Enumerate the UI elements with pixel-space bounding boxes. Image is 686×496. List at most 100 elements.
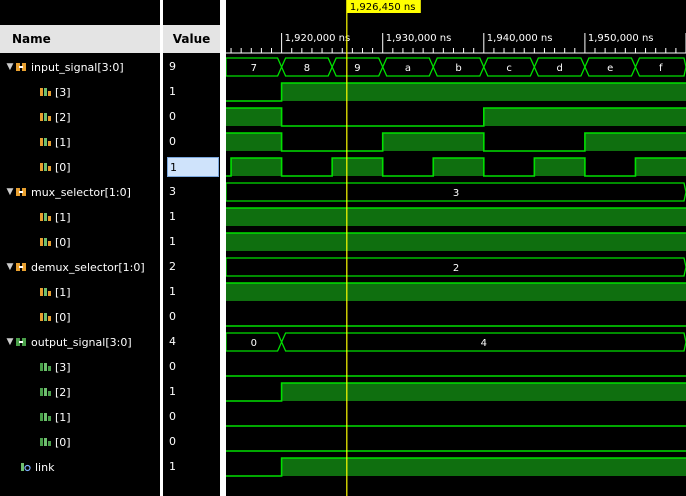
link-icon bbox=[20, 462, 31, 472]
signal-value-panel: Value 9 1 0 0 1 3 1 1 2 1 0 4 0 1 0 0 1 bbox=[163, 0, 220, 496]
bus-segment-label: 2 bbox=[453, 263, 459, 274]
bit-high-region bbox=[231, 158, 282, 176]
signal-value[interactable]: 4 bbox=[169, 332, 217, 352]
bit-output-icon bbox=[40, 437, 51, 447]
bit-high-region bbox=[226, 283, 686, 301]
bit-high-region bbox=[281, 83, 686, 101]
waveform-panel[interactable]: 1,920,000 ns 1,930,000 ns 1,940,000 ns 1,95… bbox=[226, 0, 686, 496]
signal-name: demux_selector[1:0] bbox=[31, 260, 145, 274]
signal-name: [1] bbox=[55, 410, 71, 424]
bit-input-icon bbox=[40, 312, 51, 322]
signal-row[interactable]: ▼ output_signal[3:0] bbox=[4, 331, 132, 353]
signal-row[interactable]: [0] bbox=[40, 431, 71, 453]
bus-input-icon bbox=[16, 187, 27, 197]
bit-high-region bbox=[226, 208, 686, 226]
bus-segment-label: 8 bbox=[304, 63, 310, 74]
signal-row[interactable]: [1] bbox=[40, 281, 71, 303]
signal-value[interactable]: 9 bbox=[169, 57, 217, 77]
signal-name: output_signal[3:0] bbox=[31, 335, 132, 349]
signal-value[interactable]: 0 bbox=[169, 307, 217, 327]
signal-value[interactable]: 2 bbox=[169, 257, 217, 277]
bus-segment-label: 0 bbox=[251, 338, 257, 349]
signal-row[interactable]: [1] bbox=[40, 206, 71, 228]
signal-name: [0] bbox=[55, 310, 71, 324]
bus-segment-label: 9 bbox=[354, 63, 360, 74]
signal-name: [0] bbox=[55, 160, 71, 174]
bit-high-region bbox=[281, 458, 686, 476]
signal-value[interactable]: 0 bbox=[169, 107, 217, 127]
bit-output-icon bbox=[40, 412, 51, 422]
expand-chevron-icon[interactable]: ▼ bbox=[4, 62, 16, 72]
signal-value[interactable]: 0 bbox=[169, 432, 217, 452]
bit-high-region bbox=[534, 158, 585, 176]
signal-row[interactable]: ▼ demux_selector[1:0] bbox=[4, 256, 145, 278]
signal-name: [3] bbox=[55, 85, 71, 99]
signal-name: [1] bbox=[55, 285, 71, 299]
signal-row[interactable]: [2] bbox=[40, 106, 71, 128]
signal-value[interactable]: 1 bbox=[169, 82, 217, 102]
signal-value[interactable]: 0 bbox=[169, 357, 217, 377]
signal-row[interactable]: [2] bbox=[40, 381, 71, 403]
bit-input-icon bbox=[40, 137, 51, 147]
signal-value[interactable]: 0 bbox=[169, 132, 217, 152]
bit-high-region bbox=[226, 133, 282, 151]
signal-value[interactable]: 1 bbox=[169, 457, 217, 477]
signal-name: [3] bbox=[55, 360, 71, 374]
signal-value[interactable]: 1 bbox=[169, 382, 217, 402]
bus-segment-label: d bbox=[556, 63, 562, 74]
signal-name: link bbox=[35, 460, 55, 474]
bit-high-region bbox=[281, 383, 686, 401]
expand-chevron-icon[interactable]: ▼ bbox=[4, 187, 16, 197]
ruler-tick-label: 1,940,000 ns bbox=[487, 33, 553, 44]
signal-name: [1] bbox=[55, 210, 71, 224]
bit-input-icon bbox=[40, 112, 51, 122]
signal-row[interactable]: [0] bbox=[40, 156, 71, 178]
ruler-tick-label: 1,920,000 ns bbox=[285, 33, 351, 44]
bus-segment-label: b bbox=[455, 63, 461, 74]
signal-name: input_signal[3:0] bbox=[31, 60, 124, 74]
signal-value[interactable]: 1 bbox=[169, 282, 217, 302]
bus-output-icon bbox=[16, 337, 27, 347]
bit-high-region bbox=[226, 108, 282, 126]
ruler-tick-label: 1,930,000 ns bbox=[386, 33, 452, 44]
bit-input-icon bbox=[40, 162, 51, 172]
signal-row[interactable]: [3] bbox=[40, 356, 71, 378]
bit-high-region bbox=[433, 158, 484, 176]
signal-row[interactable]: [0] bbox=[40, 231, 71, 253]
bit-output-icon bbox=[40, 387, 51, 397]
expand-chevron-icon[interactable]: ▼ bbox=[4, 337, 16, 347]
bus-segment-label: 4 bbox=[481, 338, 487, 349]
signal-row[interactable]: [1] bbox=[40, 406, 71, 428]
signal-value[interactable]: 1 bbox=[169, 207, 217, 227]
signal-row[interactable]: link bbox=[20, 456, 54, 478]
signal-row[interactable]: ▼ mux_selector[1:0] bbox=[4, 181, 131, 203]
bit-output-icon bbox=[40, 362, 51, 372]
value-column-header[interactable]: Value bbox=[163, 25, 220, 53]
signal-value[interactable]: 3 bbox=[169, 182, 217, 202]
signal-row[interactable]: [1] bbox=[40, 131, 71, 153]
bus-input-icon bbox=[16, 62, 27, 72]
signal-value[interactable]: 1 bbox=[167, 157, 219, 177]
signal-row[interactable]: [0] bbox=[40, 306, 71, 328]
cursor-time-label: 1,926,450 ns bbox=[350, 2, 416, 13]
expand-chevron-icon[interactable]: ▼ bbox=[4, 262, 16, 272]
waveform-canvas[interactable]: 1,920,000 ns 1,930,000 ns 1,940,000 ns 1,95… bbox=[226, 0, 686, 496]
signal-value[interactable]: 0 bbox=[169, 407, 217, 427]
signal-value[interactable]: 1 bbox=[169, 232, 217, 252]
bit-high-region bbox=[584, 133, 686, 151]
bit-high-region bbox=[635, 158, 686, 176]
signal-row[interactable]: [3] bbox=[40, 81, 71, 103]
signal-row[interactable]: ▼ input_signal[3:0] bbox=[4, 56, 124, 78]
bus-segment-label: c bbox=[506, 63, 512, 74]
bus-segment-label: a bbox=[405, 63, 411, 74]
signal-name: mux_selector[1:0] bbox=[31, 185, 131, 199]
bit-input-icon bbox=[40, 287, 51, 297]
bus-segment-label: 7 bbox=[251, 63, 257, 74]
bus-input-icon bbox=[16, 262, 27, 272]
bus-segment-label: f bbox=[659, 63, 663, 74]
bus-segment-label: 3 bbox=[453, 188, 459, 199]
bit-high-region bbox=[226, 233, 686, 251]
name-column-header[interactable]: Name bbox=[0, 25, 160, 53]
bit-input-icon bbox=[40, 87, 51, 97]
bit-high-region bbox=[483, 108, 686, 126]
